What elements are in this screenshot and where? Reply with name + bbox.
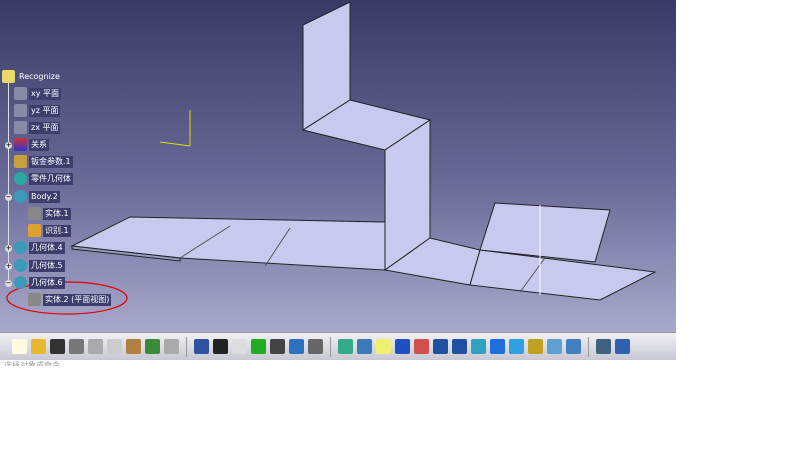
tree-item[interactable]: 关系 xyxy=(14,138,49,151)
collapse-icon[interactable]: − xyxy=(5,280,12,287)
body-icon xyxy=(14,241,27,254)
status-bar: 选择对象或命令 xyxy=(4,361,60,366)
body-icon xyxy=(14,190,27,203)
shading-button[interactable] xyxy=(528,339,543,354)
axis-triad xyxy=(159,110,191,147)
tree-button[interactable] xyxy=(289,339,304,354)
normal-view-button[interactable] xyxy=(471,339,486,354)
recognize-icon xyxy=(28,224,41,237)
measure-button[interactable] xyxy=(615,339,630,354)
toolbar-separator xyxy=(186,336,187,357)
body-icon xyxy=(14,276,27,289)
zoom-in-button[interactable] xyxy=(433,339,448,354)
gear-icon xyxy=(2,70,15,83)
tree-item[interactable]: 几何体.5 xyxy=(14,259,65,272)
solid-icon xyxy=(28,207,41,220)
hide-show-button[interactable] xyxy=(547,339,562,354)
tree-item[interactable]: yz 平面 xyxy=(14,104,61,117)
new-button[interactable] xyxy=(12,339,27,354)
part-body-icon xyxy=(14,172,27,185)
plane-icon xyxy=(14,87,27,100)
tree-item[interactable]: Body.2 xyxy=(14,190,60,203)
cut-button[interactable] xyxy=(88,339,103,354)
compass-button[interactable] xyxy=(596,339,611,354)
tree-item[interactable]: xy 平面 xyxy=(14,87,62,100)
standard-toolbar xyxy=(0,332,676,360)
3d-viewport[interactable]: Recognize xy 平面 yz 平面 zx 平面 + 关系 钣金参数.1 … xyxy=(0,0,676,332)
plane-icon xyxy=(14,121,27,134)
multi-view-button[interactable] xyxy=(490,339,505,354)
pan-button[interactable] xyxy=(395,339,410,354)
undo-button[interactable] xyxy=(145,339,160,354)
collapse-icon[interactable]: − xyxy=(5,194,12,201)
tree-item[interactable]: 钣金参数.1 xyxy=(14,155,73,168)
flange-left xyxy=(70,216,386,271)
toolbar-separator xyxy=(330,336,331,357)
table-button[interactable] xyxy=(270,339,285,354)
relations-icon xyxy=(14,138,27,151)
tree-item-highlighted[interactable]: 实体.2 (平面视图) xyxy=(28,293,112,306)
zoom-out-button[interactable] xyxy=(452,339,467,354)
toolbar-separator xyxy=(588,336,589,357)
tree-root[interactable]: Recognize xyxy=(2,70,62,83)
expand-icon[interactable]: + xyxy=(5,142,12,149)
fit-all-button[interactable] xyxy=(376,339,391,354)
comment-button[interactable] xyxy=(232,339,247,354)
tree-item[interactable]: 几何体.4 xyxy=(14,241,65,254)
tree-item[interactable]: zx 平面 xyxy=(14,121,61,134)
parameters-button[interactable] xyxy=(338,339,353,354)
redo-button[interactable] xyxy=(164,339,179,354)
open-button[interactable] xyxy=(31,339,46,354)
copy-button[interactable] xyxy=(107,339,122,354)
swap-button[interactable] xyxy=(566,339,581,354)
expand-icon[interactable]: + xyxy=(5,263,12,270)
tree-item[interactable]: 零件几何体 xyxy=(14,172,73,185)
body-icon xyxy=(14,259,27,272)
light-button[interactable] xyxy=(251,339,266,354)
sheetmetal-params-icon xyxy=(14,155,27,168)
fly-button[interactable] xyxy=(357,339,372,354)
expand-icon[interactable]: + xyxy=(5,245,12,252)
save-button[interactable] xyxy=(50,339,65,354)
iso-view-button[interactable] xyxy=(509,339,524,354)
print-button[interactable] xyxy=(69,339,84,354)
lock-button[interactable] xyxy=(308,339,323,354)
tree-item[interactable]: 识别.1 xyxy=(28,224,71,237)
formula-button[interactable] xyxy=(213,339,228,354)
solid-icon xyxy=(28,293,41,306)
plane-icon xyxy=(14,104,27,117)
tree-item[interactable]: 实体.1 xyxy=(28,207,71,220)
sheet-metal-part xyxy=(6,1,657,315)
whats-this-button[interactable] xyxy=(194,339,209,354)
paste-button[interactable] xyxy=(126,339,141,354)
tree-item[interactable]: 几何体.6 xyxy=(14,276,65,289)
rotate-button[interactable] xyxy=(414,339,429,354)
